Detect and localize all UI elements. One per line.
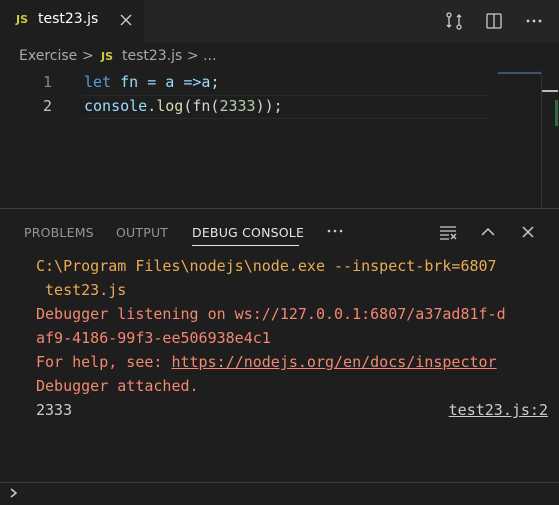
console-line: test23.js [36,281,127,299]
active-tab-indicator [192,245,299,246]
editor-tab-bar: JS test23.js [0,0,559,42]
scrollbar-change-marker [555,100,558,126]
bottom-panel: PROBLEMS OUTPUT DEBUG CONSOLE C:\Program… [0,208,559,505]
close-icon[interactable] [517,221,539,243]
console-line: C:\Program Files\nodejs\node.exe --inspe… [36,257,497,275]
console-line: af9-4186-99f3-ee506938e4c1 [36,329,271,347]
breadcrumb-symbols[interactable]: > ... [187,48,217,64]
split-editor-icon[interactable] [483,10,505,32]
code-text: console.log(fn(2333)); [84,97,283,115]
clear-console-icon[interactable] [437,221,459,243]
minimap-slider [498,72,542,74]
console-line: Debugger attached. [36,377,199,395]
close-icon[interactable] [116,9,136,31]
javascript-file-icon: JS [101,50,114,63]
panel-actions [437,221,539,243]
chevron-up-icon[interactable] [477,221,499,243]
source-location-link[interactable]: test23.js:2 [449,401,548,419]
tab-debug-console[interactable]: DEBUG CONSOLE [192,225,304,240]
line-number: 2 [42,97,52,115]
javascript-file-icon: JS [16,13,29,26]
console-line: Debugger listening on ws://127.0.0.1:680… [36,305,506,323]
tab-problems[interactable]: PROBLEMS [24,225,94,240]
breadcrumb: Exercise > JS test23.js > ... [0,42,559,70]
code-line-2: 2 console.log(fn(2333)); [0,95,559,119]
console-value: 2333 [36,401,73,419]
breadcrumb-separator: > [82,48,94,64]
console-line: For help, see: https://nodejs.org/en/doc… [36,353,497,371]
code-editor[interactable]: 1 let fn = a =>a; 2 console.log(fn(2333)… [0,70,559,208]
compare-changes-icon[interactable] [443,10,465,32]
tab-output[interactable]: OUTPUT [116,225,168,240]
code-text: let fn = a =>a; [84,73,220,91]
more-actions-icon[interactable] [325,221,345,241]
console-input[interactable] [0,482,559,505]
breadcrumb-folder[interactable]: Exercise [19,48,77,64]
more-actions-icon[interactable] [523,10,545,32]
chevron-right-icon [8,485,20,501]
scrollbar-cursor-marker [542,90,558,92]
tab-filename: test23.js [38,11,99,27]
inspector-docs-link[interactable]: https://nodejs.org/en/docs/inspector [171,353,496,371]
panel-tabs: PROBLEMS OUTPUT DEBUG CONSOLE [0,209,559,249]
line-number: 1 [42,73,52,91]
code-line-1: 1 let fn = a =>a; [0,71,559,95]
breadcrumb-file[interactable]: test23.js [122,48,182,64]
editor-actions [443,9,545,33]
editor-tab-test23[interactable]: JS test23.js [0,0,144,42]
